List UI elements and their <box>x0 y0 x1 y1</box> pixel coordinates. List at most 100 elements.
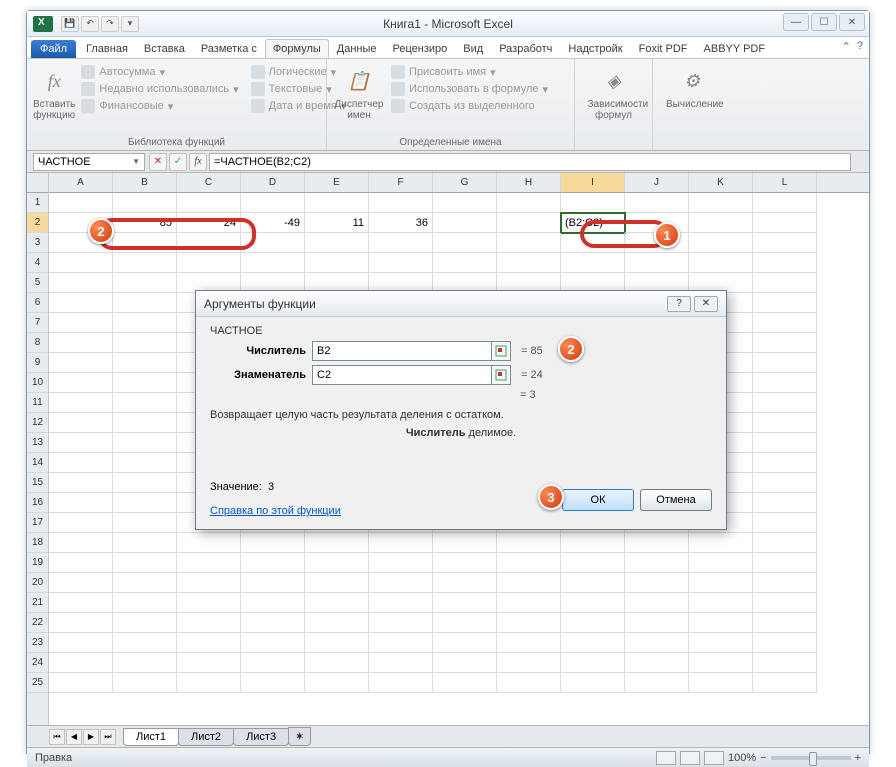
cell[interactable] <box>113 553 177 573</box>
sheet-nav-last[interactable]: ⏭ <box>100 729 116 745</box>
cell[interactable] <box>433 233 497 253</box>
cancel-edit-button[interactable]: ✕ <box>149 153 167 171</box>
cell[interactable] <box>49 373 113 393</box>
cell[interactable] <box>113 573 177 593</box>
cell[interactable] <box>433 573 497 593</box>
cell[interactable] <box>625 553 689 573</box>
cell[interactable] <box>49 493 113 513</box>
cell[interactable] <box>177 533 241 553</box>
cell[interactable] <box>689 253 753 273</box>
cell[interactable] <box>433 553 497 573</box>
cell[interactable] <box>753 513 817 533</box>
cell[interactable] <box>561 613 625 633</box>
cell[interactable] <box>753 613 817 633</box>
cell[interactable] <box>689 613 753 633</box>
cell[interactable] <box>433 673 497 693</box>
cell[interactable] <box>241 613 305 633</box>
row-header[interactable]: 23 <box>27 633 48 653</box>
cell[interactable] <box>241 653 305 673</box>
cell[interactable] <box>689 533 753 553</box>
cell[interactable] <box>113 493 177 513</box>
cell[interactable] <box>177 253 241 273</box>
col-header[interactable]: G <box>433 173 497 192</box>
cell[interactable] <box>753 373 817 393</box>
close-button[interactable]: ✕ <box>839 13 865 31</box>
maximize-button[interactable]: ☐ <box>811 13 837 31</box>
qa-save-icon[interactable]: 💾 <box>61 16 79 32</box>
cell[interactable] <box>305 653 369 673</box>
tab-foxit[interactable]: Foxit PDF <box>631 39 696 58</box>
cell[interactable] <box>753 293 817 313</box>
cell[interactable] <box>113 393 177 413</box>
row-header[interactable]: 9 <box>27 353 48 373</box>
cell[interactable] <box>113 673 177 693</box>
row-header[interactable]: 2 <box>27 213 48 233</box>
cell[interactable] <box>241 553 305 573</box>
cell[interactable] <box>49 253 113 273</box>
col-header[interactable]: I <box>561 173 625 192</box>
row-header[interactable]: 4 <box>27 253 48 273</box>
cell[interactable] <box>113 293 177 313</box>
cell[interactable] <box>113 473 177 493</box>
cell[interactable] <box>177 673 241 693</box>
cell[interactable] <box>689 673 753 693</box>
cell[interactable] <box>49 313 113 333</box>
cell[interactable] <box>113 233 177 253</box>
cell[interactable] <box>689 633 753 653</box>
tab-abbyy[interactable]: ABBYY PDF <box>696 39 774 58</box>
cell[interactable] <box>49 353 113 373</box>
cell[interactable] <box>753 253 817 273</box>
cell[interactable] <box>433 533 497 553</box>
row-header[interactable]: 20 <box>27 573 48 593</box>
cell[interactable] <box>753 673 817 693</box>
cell[interactable] <box>497 633 561 653</box>
cell[interactable] <box>753 473 817 493</box>
row-header[interactable]: 18 <box>27 533 48 553</box>
cell[interactable] <box>561 573 625 593</box>
namebox-dropdown-icon[interactable]: ▼ <box>132 157 140 166</box>
cell[interactable] <box>241 533 305 553</box>
select-all-corner[interactable] <box>27 173 48 193</box>
row-header[interactable]: 1 <box>27 193 48 213</box>
tab-review[interactable]: Рецензиро <box>385 39 456 58</box>
cell[interactable] <box>689 573 753 593</box>
cell[interactable] <box>113 413 177 433</box>
col-header[interactable]: H <box>497 173 561 192</box>
col-header[interactable]: J <box>625 173 689 192</box>
row-header[interactable]: 7 <box>27 313 48 333</box>
cell[interactable] <box>305 633 369 653</box>
cell[interactable] <box>305 553 369 573</box>
cell[interactable] <box>49 633 113 653</box>
cell[interactable] <box>369 533 433 553</box>
qa-dropdown-icon[interactable]: ▾ <box>121 16 139 32</box>
qa-undo-icon[interactable]: ↶ <box>81 16 99 32</box>
cell[interactable] <box>497 673 561 693</box>
qa-redo-icon[interactable]: ↷ <box>101 16 119 32</box>
cell[interactable] <box>177 593 241 613</box>
autosum-button[interactable]: Автосумма ▾ <box>81 65 238 79</box>
cell[interactable] <box>497 553 561 573</box>
dialog-titlebar[interactable]: Аргументы функции ? ✕ <box>196 291 726 317</box>
cell-E2[interactable]: 11 <box>305 213 369 233</box>
row-header[interactable]: 11 <box>27 393 48 413</box>
cell[interactable] <box>561 533 625 553</box>
cell[interactable] <box>113 333 177 353</box>
col-header[interactable]: D <box>241 173 305 192</box>
zoom-in-button[interactable]: + <box>855 752 861 764</box>
tab-home[interactable]: Главная <box>78 39 136 58</box>
cancel-button[interactable]: Отмена <box>640 489 712 511</box>
view-break-icon[interactable] <box>704 751 724 765</box>
cell[interactable] <box>177 553 241 573</box>
cell[interactable] <box>753 653 817 673</box>
row-header[interactable]: 15 <box>27 473 48 493</box>
sheet-tab[interactable]: Лист1 <box>123 728 179 746</box>
cell[interactable] <box>241 633 305 653</box>
cell[interactable] <box>305 253 369 273</box>
cell[interactable] <box>369 233 433 253</box>
cell[interactable] <box>49 393 113 413</box>
cell[interactable] <box>49 293 113 313</box>
use-in-formula-button[interactable]: Использовать в формуле ▾ <box>391 82 548 96</box>
cell[interactable] <box>753 453 817 473</box>
app-icon[interactable] <box>33 16 53 32</box>
cell[interactable] <box>113 373 177 393</box>
